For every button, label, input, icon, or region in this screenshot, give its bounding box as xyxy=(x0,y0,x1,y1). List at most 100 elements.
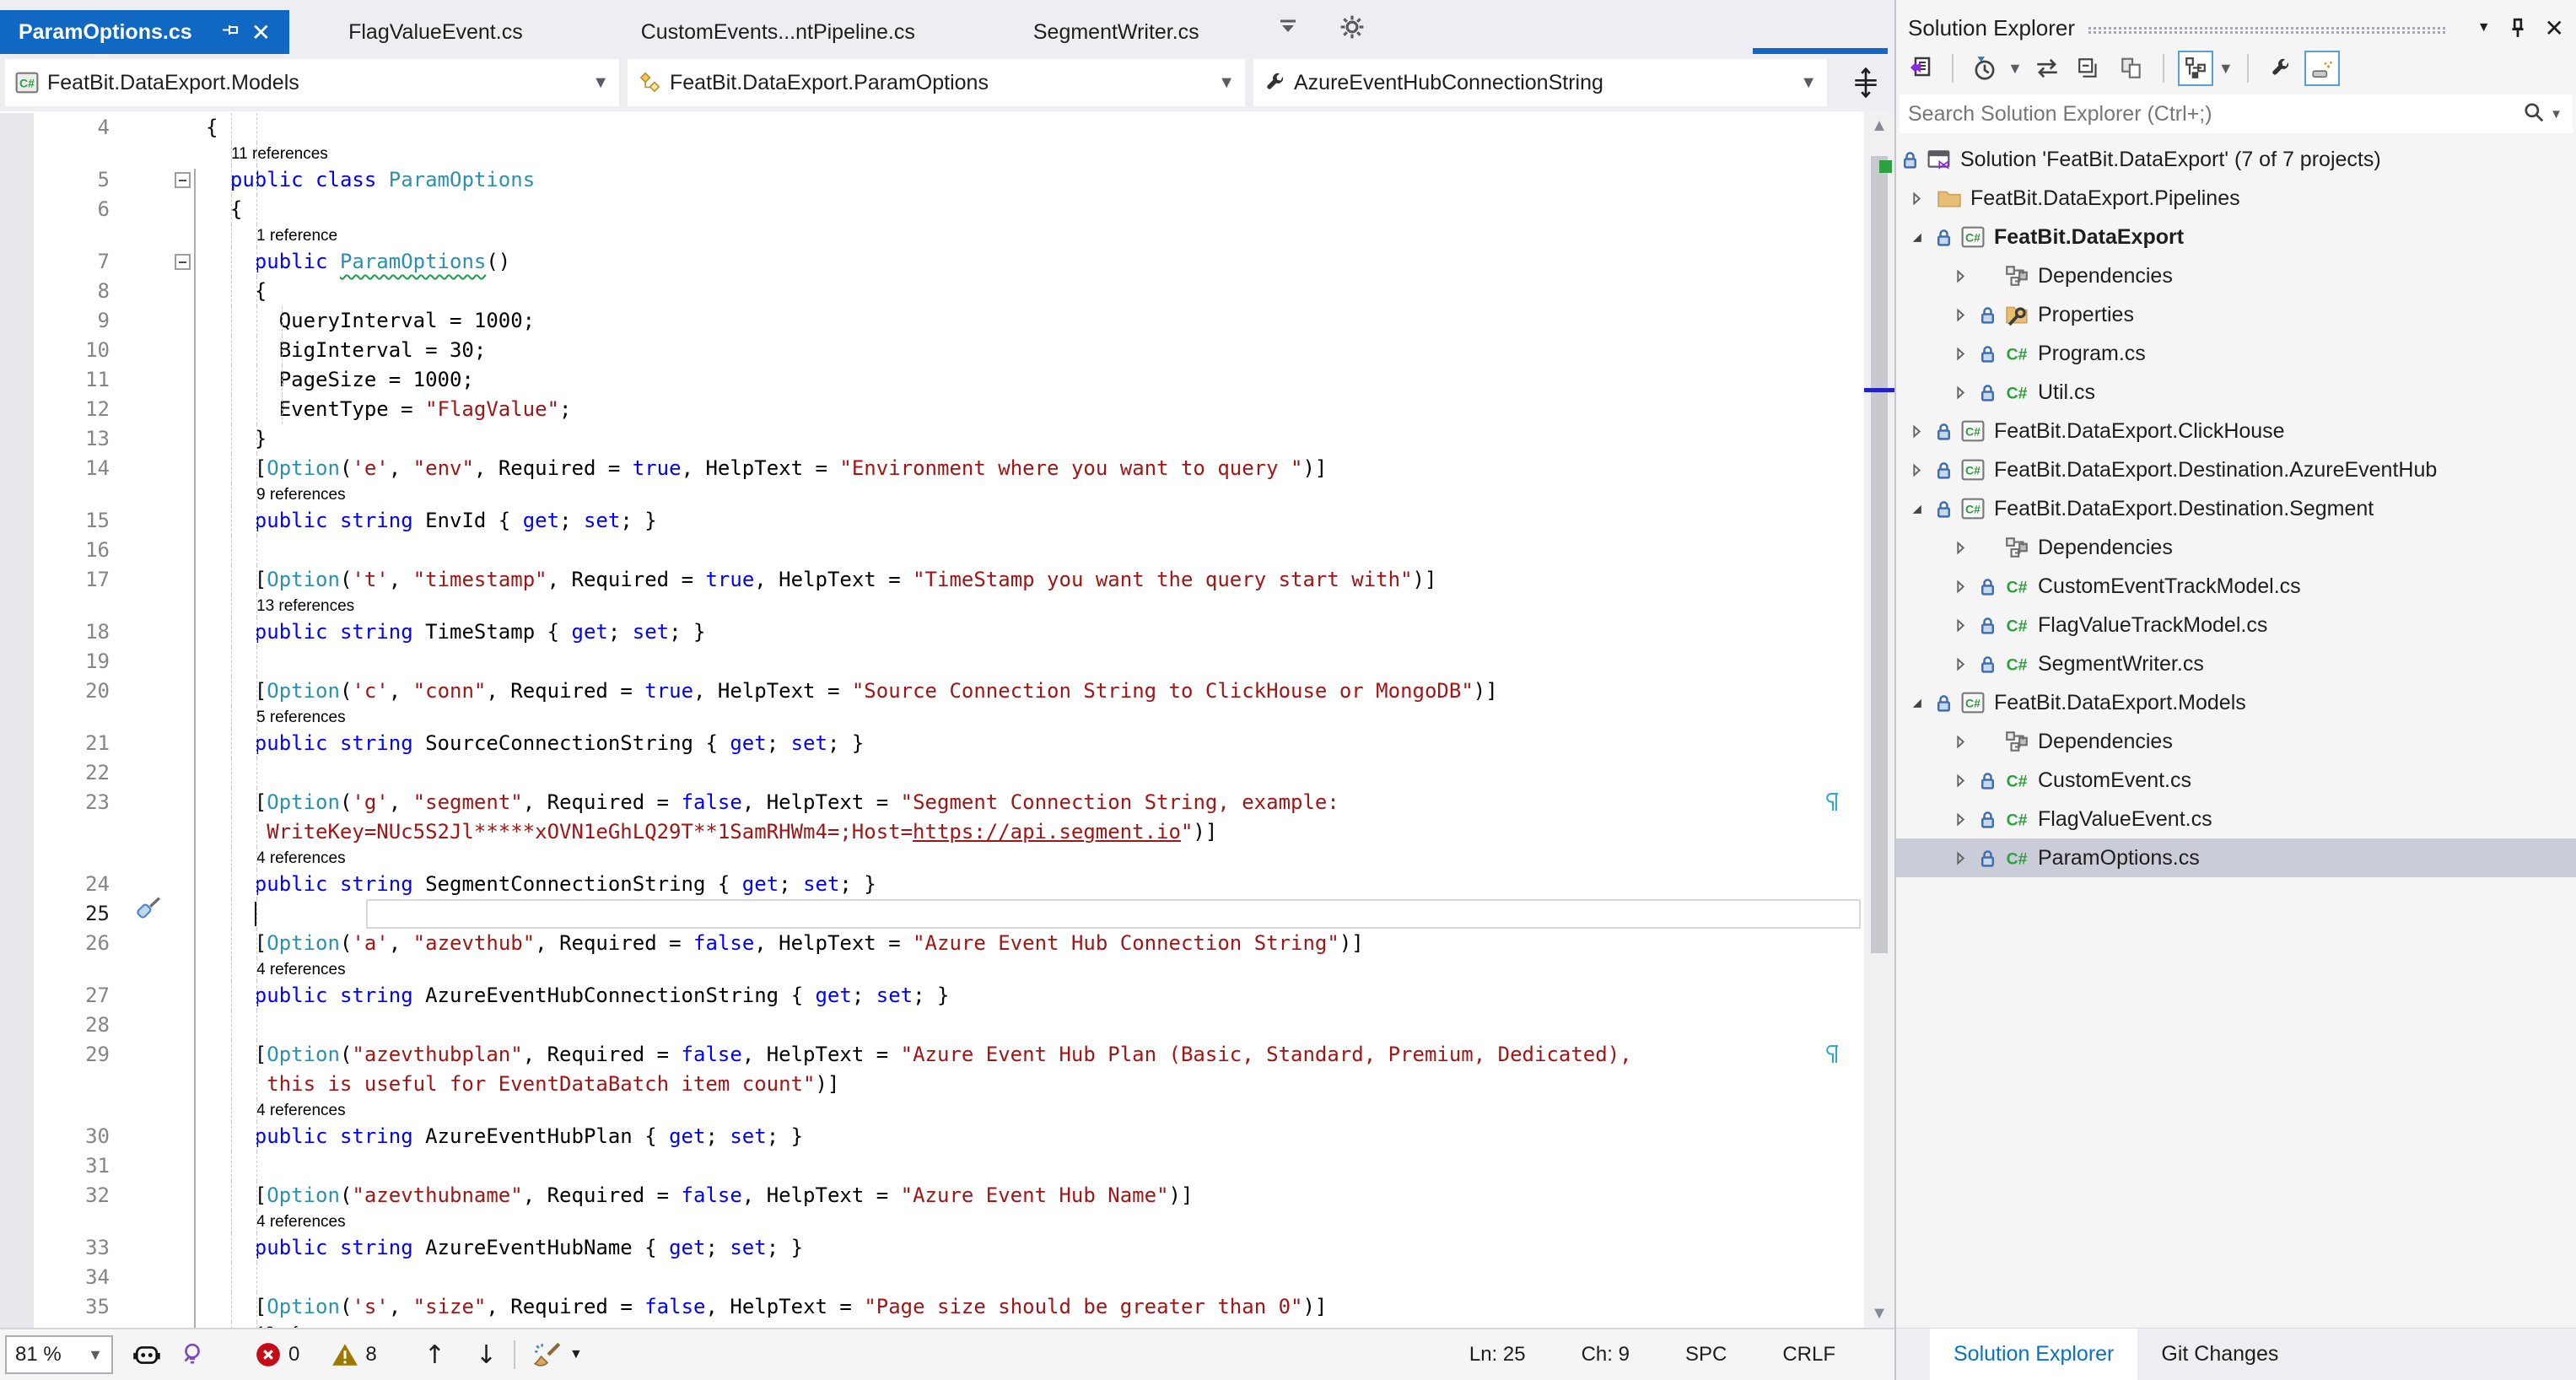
glyph-margin[interactable] xyxy=(0,677,34,706)
tree-item-paramoptions-cs[interactable]: C#ParamOptions.cs xyxy=(1896,838,2576,877)
code-line-31[interactable]: 31 xyxy=(0,1151,1864,1181)
expander-collapsed-icon[interactable] xyxy=(1910,424,1935,439)
expander-collapsed-icon[interactable] xyxy=(1954,541,1979,555)
code-line-19[interactable]: 19 xyxy=(0,647,1864,677)
search-box[interactable]: ▼ xyxy=(1900,94,2573,133)
expander-collapsed-icon[interactable] xyxy=(1954,579,1979,594)
code-line-20[interactable]: 20[Option('c', "conn", Required = true, … xyxy=(0,677,1864,706)
glyph-margin[interactable] xyxy=(0,424,34,454)
expander-collapsed-icon[interactable] xyxy=(1954,812,1979,827)
code-line-7[interactable]: 7public ParamOptions() xyxy=(0,247,1864,277)
sync-with-active-document-icon[interactable] xyxy=(2178,51,2213,86)
glyph-margin[interactable] xyxy=(0,506,34,536)
document-tab-customevents-ntpipeline-cs[interactable]: CustomEvents...ntPipeline.cs xyxy=(582,10,974,54)
warning-icon[interactable] xyxy=(331,1342,358,1367)
chevron-down-icon[interactable]: ▼ xyxy=(569,1347,583,1362)
navigate-down-icon[interactable]: ↓ xyxy=(476,1340,497,1370)
codelens-references[interactable]: 12 references xyxy=(0,1322,1864,1328)
tree-item-segmentwriter-cs[interactable]: C#SegmentWriter.cs xyxy=(1896,644,2576,683)
fold-collapse-box[interactable] xyxy=(175,172,191,188)
tree-item-flagvaluetrackmodel-cs[interactable]: C#FlagValueTrackModel.cs xyxy=(1896,606,2576,644)
glyph-margin[interactable] xyxy=(0,1181,34,1210)
expander-expanded-icon[interactable] xyxy=(1910,502,1935,516)
show-all-files-icon[interactable] xyxy=(2114,51,2149,86)
code-line-18[interactable]: 18public string TimeStamp { get; set; } xyxy=(0,617,1864,647)
scroll-up-arrow-icon[interactable]: ▲ xyxy=(1864,111,1894,140)
tree-item-dependencies[interactable]: Dependencies xyxy=(1896,256,2576,295)
tree-item-dependencies[interactable]: Dependencies xyxy=(1896,722,2576,761)
expander-collapsed-icon[interactable] xyxy=(1954,851,1979,865)
suggestions-icon[interactable] xyxy=(181,1342,204,1367)
glyph-margin[interactable] xyxy=(0,365,34,395)
glyph-margin[interactable] xyxy=(0,1011,34,1040)
tree-item-program-cs[interactable]: C#Program.cs xyxy=(1896,334,2576,373)
tree-item-featbit-dataexport[interactable]: C#FeatBit.DataExport xyxy=(1896,218,2576,256)
codelens-references[interactable]: 13 references xyxy=(0,595,1864,617)
code-line-11[interactable]: 11PageSize = 1000; xyxy=(0,365,1864,395)
codelens-references[interactable]: 11 references xyxy=(0,143,1864,165)
code-line-26[interactable]: 26[Option('a', "azevthub", Required = fa… xyxy=(0,929,1864,958)
glyph-margin[interactable] xyxy=(0,899,34,929)
code-cleanup-icon[interactable] xyxy=(532,1341,563,1368)
tree-item-flagvalueevent-cs[interactable]: C#FlagValueEvent.cs xyxy=(1896,800,2576,838)
navbar-dropdown-1[interactable]: C#FeatBit.DataExport.Models▼ xyxy=(5,59,619,106)
code-line-5[interactable]: 5public class ParamOptions xyxy=(0,165,1864,195)
glyph-margin[interactable] xyxy=(0,195,34,224)
expander-collapsed-icon[interactable] xyxy=(1910,191,1935,206)
expander-collapsed-icon[interactable] xyxy=(1954,347,1979,361)
expander-collapsed-icon[interactable] xyxy=(1954,308,1979,322)
error-count[interactable]: 0 xyxy=(288,1343,299,1367)
tree-item-featbit-dataexport-destination-segment[interactable]: C#FeatBit.DataExport.Destination.Segment xyxy=(1896,489,2576,528)
pin-icon[interactable] xyxy=(2509,18,2526,38)
expander-expanded-icon[interactable] xyxy=(1910,230,1935,245)
document-tab-flagvalueevent-cs[interactable]: FlagValueEvent.cs xyxy=(289,10,582,54)
glyph-margin[interactable] xyxy=(0,277,34,306)
glyph-margin[interactable] xyxy=(0,817,34,847)
glyph-margin[interactable] xyxy=(0,788,34,817)
glyph-margin[interactable] xyxy=(0,1122,34,1151)
error-icon[interactable] xyxy=(255,1341,282,1368)
codelens-references[interactable]: 5 references xyxy=(0,706,1864,729)
glyph-margin[interactable] xyxy=(0,617,34,647)
tree-item-featbit-dataexport-models[interactable]: C#FeatBit.DataExport.Models xyxy=(1896,683,2576,722)
split-editor-icon[interactable] xyxy=(1842,59,1889,106)
glyph-margin[interactable] xyxy=(0,929,34,958)
expander-collapsed-icon[interactable] xyxy=(1910,463,1935,477)
document-tab-segmentwriter-cs[interactable]: SegmentWriter.cs xyxy=(974,10,1258,54)
code-line-30[interactable]: 30public string AzureEventHubPlan { get;… xyxy=(0,1122,1864,1151)
code-line-16[interactable]: 16 xyxy=(0,536,1864,565)
navbar-dropdown-3[interactable]: AzureEventHubConnectionString▼ xyxy=(1253,59,1827,106)
warning-count[interactable]: 8 xyxy=(365,1343,376,1367)
glyph-margin[interactable] xyxy=(0,113,34,143)
tree-item-featbit-dataexport-destination-azureeventhub[interactable]: C#FeatBit.DataExport.Destination.AzureEv… xyxy=(1896,450,2576,489)
code-line-10[interactable]: 10BigInterval = 30; xyxy=(0,336,1864,365)
code-line-6[interactable]: 6{ xyxy=(0,195,1864,224)
codelens-references[interactable]: 4 references xyxy=(0,958,1864,981)
sync-icon[interactable] xyxy=(2029,51,2065,86)
code-editor[interactable]: 4{11 references5public class ParamOption… xyxy=(0,111,1894,1328)
code-line-24[interactable]: 24public string SegmentConnectionString … xyxy=(0,870,1864,899)
glyph-margin[interactable] xyxy=(0,536,34,565)
glyph-margin[interactable] xyxy=(0,729,34,758)
glyph-margin[interactable] xyxy=(0,306,34,336)
glyph-margin[interactable] xyxy=(0,1040,34,1070)
code-line-17[interactable]: 17[Option('t', "timestamp", Required = t… xyxy=(0,565,1864,595)
pin-icon[interactable] xyxy=(221,24,240,40)
glyph-margin[interactable] xyxy=(0,336,34,365)
navigate-up-icon[interactable]: ↑ xyxy=(424,1340,445,1370)
code-line-4[interactable]: 4{ xyxy=(0,113,1864,143)
code-line-32[interactable]: 32[Option("azevthubname", Required = fal… xyxy=(0,1181,1864,1210)
pending-changes-filter-icon[interactable] xyxy=(1967,51,2002,86)
glyph-margin[interactable] xyxy=(0,247,34,277)
scrollbar-thumb[interactable] xyxy=(1871,156,1888,953)
tree-item-customevent-cs[interactable]: C#CustomEvent.cs xyxy=(1896,761,2576,800)
code-line-28[interactable]: 28 xyxy=(0,1011,1864,1040)
tree-item-properties[interactable]: Properties xyxy=(1896,295,2576,334)
code-line-25[interactable]: 25 xyxy=(0,899,1864,929)
glyph-margin[interactable] xyxy=(0,395,34,424)
code-line-14[interactable]: 14[Option('e', "env", Required = true, H… xyxy=(0,454,1864,483)
code-line-wrap[interactable]: this is useful for EventDataBatch item c… xyxy=(0,1070,1864,1099)
glyph-margin[interactable] xyxy=(0,870,34,899)
gear-icon[interactable] xyxy=(1339,14,1365,40)
glyph-margin[interactable] xyxy=(0,165,34,195)
